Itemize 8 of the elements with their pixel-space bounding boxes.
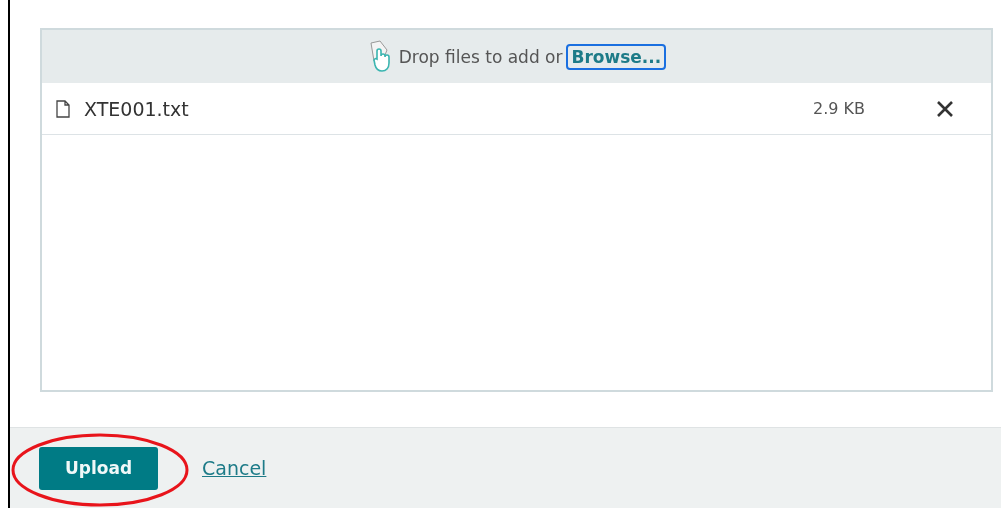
upload-button[interactable]: Upload [39, 446, 158, 490]
file-name: XTE001.txt [84, 97, 190, 120]
cancel-link[interactable]: Cancel [202, 457, 267, 479]
drop-prompt: Drop files to add or [398, 46, 563, 67]
browse-link[interactable]: Browse... [566, 43, 667, 70]
file-icon [56, 99, 70, 118]
drop-zone[interactable]: Drop files to add or Browse... XTE001.txt 2.9 KB [40, 28, 993, 392]
file-size: 2.9 KB [813, 99, 866, 118]
